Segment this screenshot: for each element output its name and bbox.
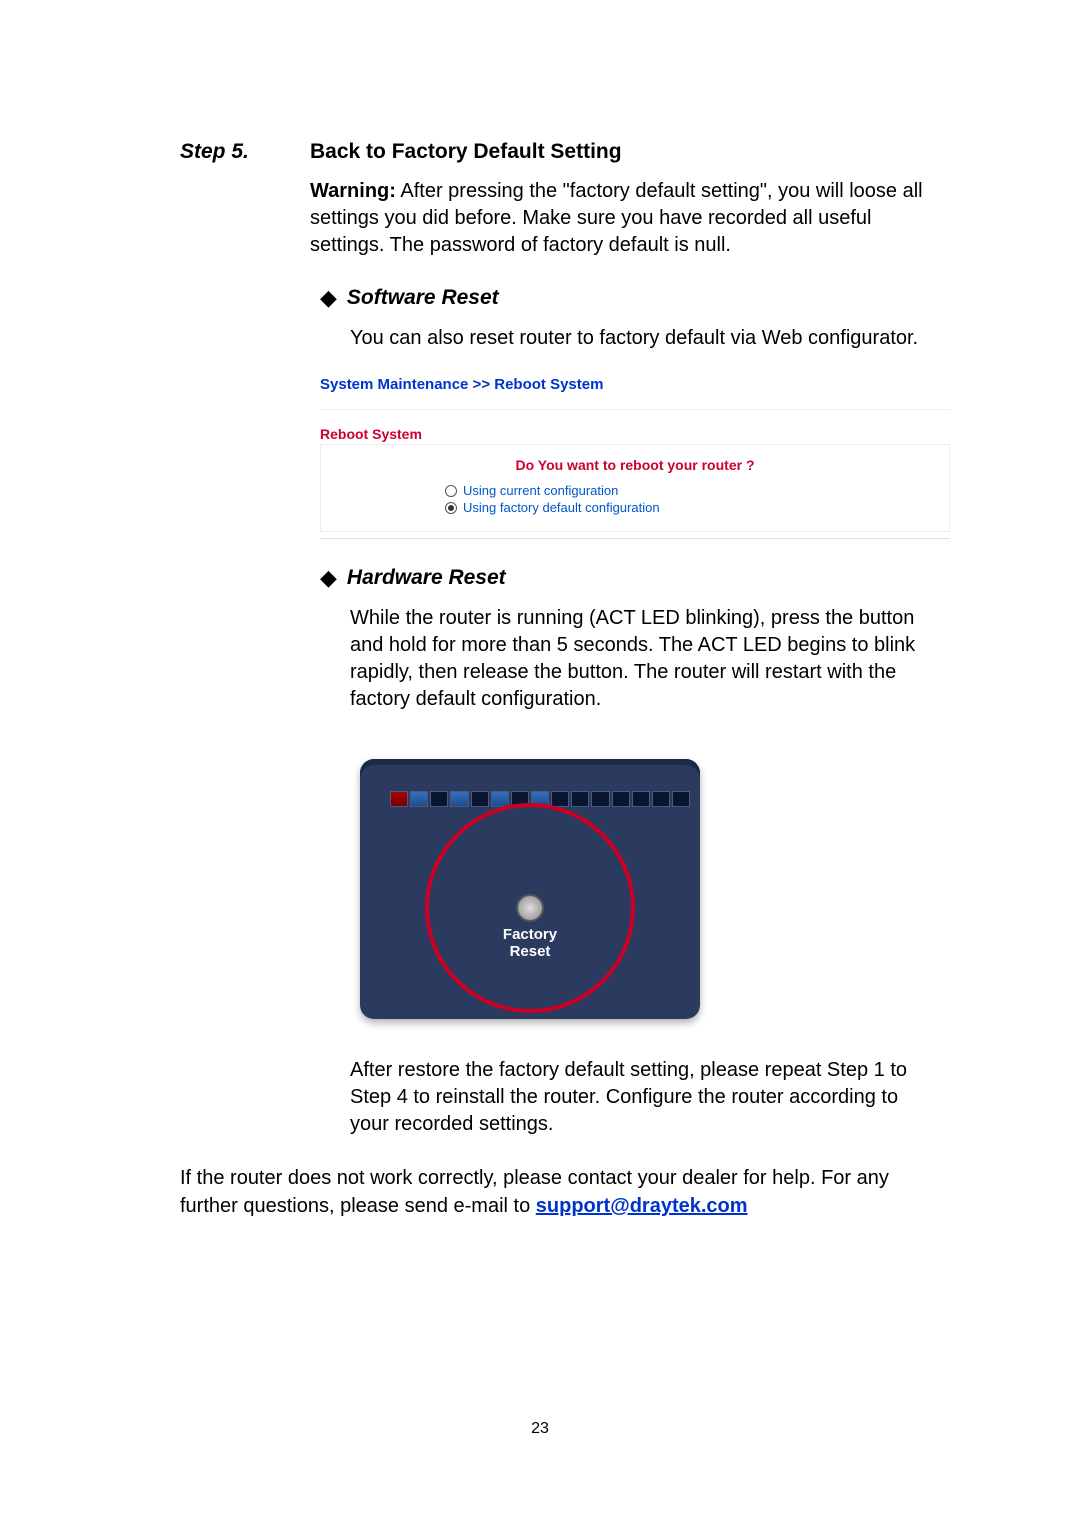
- radio-checked-icon: [445, 502, 457, 514]
- reboot-question: Do You want to reboot your router ?: [335, 457, 935, 473]
- factory-reset-button-icon: [516, 894, 544, 922]
- reboot-system-screenshot: System Maintenance >> Reboot System Rebo…: [320, 370, 950, 539]
- router-illustration: FactoryReset: [350, 739, 710, 1039]
- warning-text: Warning: After pressing the "factory def…: [180, 178, 960, 259]
- software-reset-title: Software Reset: [347, 286, 499, 310]
- step-label: Step 5.: [180, 140, 310, 164]
- reboot-heading: Reboot System: [320, 426, 950, 442]
- hardware-reset-title: Hardware Reset: [347, 566, 506, 590]
- page-number: 23: [531, 1420, 549, 1438]
- software-reset-body: You can also reset router to factory def…: [180, 325, 960, 352]
- radio-label-current: Using current configuration: [463, 483, 618, 498]
- warning-body: After pressing the "factory default sett…: [310, 180, 923, 256]
- warning-prefix: Warning:: [310, 180, 396, 202]
- radio-label-factory: Using factory default configuration: [463, 500, 660, 515]
- radio-option-factory[interactable]: Using factory default configuration: [335, 500, 935, 515]
- diamond-icon: ◆: [320, 565, 337, 591]
- final-paragraph: If the router does not work correctly, p…: [120, 1164, 960, 1220]
- step-title: Back to Factory Default Setting: [310, 140, 622, 164]
- breadcrumb: System Maintenance >> Reboot System: [320, 370, 950, 410]
- support-email-link[interactable]: support@draytek.com: [536, 1195, 748, 1217]
- after-restore-text: After restore the factory default settin…: [180, 1057, 960, 1138]
- hardware-reset-body: While the router is running (ACT LED bli…: [180, 605, 960, 713]
- final-text: If the router does not work correctly, p…: [180, 1167, 889, 1217]
- diamond-icon: ◆: [320, 285, 337, 311]
- radio-option-current[interactable]: Using current configuration: [335, 483, 935, 498]
- radio-unchecked-icon: [445, 485, 457, 497]
- factory-reset-label: FactoryReset: [503, 927, 557, 960]
